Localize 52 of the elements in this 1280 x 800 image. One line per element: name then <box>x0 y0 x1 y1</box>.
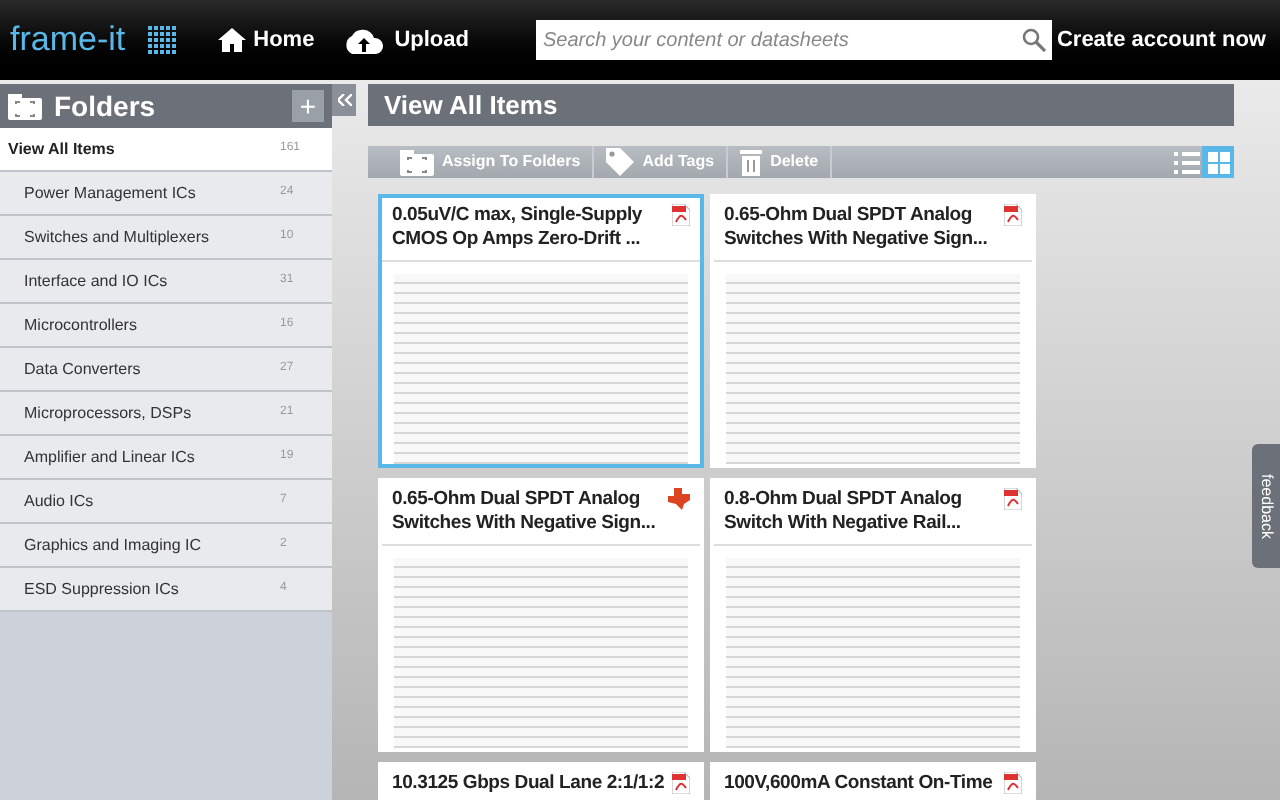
search-field[interactable]: Search your content or datasheets <box>536 20 1053 60</box>
folder-icon <box>400 149 434 175</box>
document-card[interactable]: 0.65-Ohm Dual SPDT Analog Switches With Negative Sign... <box>378 478 704 752</box>
folder-label: Microcontrollers <box>24 313 137 337</box>
folder-label: Audio ICs <box>24 489 94 513</box>
folders-title: Folders <box>54 87 156 125</box>
folder-label: Amplifier and Linear ICs <box>24 445 195 469</box>
folder-label: Interface and IO ICs <box>24 269 168 293</box>
nav-link[interactable]: Upload <box>342 23 469 57</box>
double-chevron-icon <box>337 94 351 106</box>
folder-label: ESD Suppression ICs <box>24 577 179 601</box>
logo-icon <box>668 488 690 510</box>
document-title: 10.3125 Gbps Dual Lane 2:1/1:2 <box>392 772 667 796</box>
document-card[interactable]: 0.05uV/C max, Single-Supply CMOS Op Amps Zero-Drift ... <box>378 194 704 468</box>
document-card[interactable]: 100V,600mA Constant On-Time <box>710 762 1036 800</box>
view-toggle[interactable] <box>1202 146 1234 178</box>
document-card[interactable]: 0.65-Ohm Dual SPDT Analog Switches With Negative Sign... <box>710 194 1036 468</box>
grid-view-icon <box>1207 151 1229 173</box>
create-account-link[interactable]: Create account now <box>1056 23 1266 57</box>
folder-label: View All Items <box>8 137 115 161</box>
list-view-icon <box>1173 151 1199 173</box>
folder-label: Graphics and Imaging IC <box>24 533 201 557</box>
home-icon <box>217 28 246 52</box>
nav-link[interactable]: Home <box>217 23 315 57</box>
collapse-button[interactable] <box>332 84 356 116</box>
folder-label: Data Converters <box>24 357 141 381</box>
document-title: 0.65-Ohm Dual SPDT Analog Switches With Negative Sign... <box>392 488 658 536</box>
search-input[interactable]: Search your content or datasheets <box>542 25 1023 55</box>
pdf-file-icon <box>672 204 690 226</box>
grid-logo-icon <box>145 24 178 56</box>
tag-icon <box>606 148 635 176</box>
page-title-bar: View All Items <box>368 84 1234 126</box>
document-card[interactable]: 10.3125 Gbps Dual Lane 2:1/1:2 <box>378 762 704 800</box>
pdf-file-icon <box>1004 488 1022 510</box>
document-title: 0.8-Ohm Dual SPDT Analog Switch With Negative Rail... <box>724 488 964 536</box>
document-title: 100V,600mA Constant On-Time <box>724 772 995 796</box>
pdf-file-icon <box>1004 204 1022 226</box>
document-title: 0.05uV/C max, Single-Supply CMOS Op Amps Zero-Drift ... <box>392 204 644 252</box>
feedback-tab[interactable]: feedback <box>1252 444 1280 568</box>
pdf-file-icon <box>672 772 690 794</box>
folder-icon <box>8 93 42 119</box>
folder-label: Power Management ICs <box>24 181 196 205</box>
document-card[interactable]: 0.8-Ohm Dual SPDT Analog Switch With Negative Rail... <box>710 478 1036 752</box>
cloud-upload-icon <box>342 27 387 53</box>
document-title: 0.65-Ohm Dual SPDT Analog Switches With Negative Sign... <box>724 204 990 252</box>
logo-text[interactable]: frame-it <box>10 14 126 66</box>
pdf-file-icon <box>1004 772 1022 794</box>
trash-icon <box>740 149 763 175</box>
folder-label: Switches and Multiplexers <box>24 225 209 249</box>
search-icon <box>1022 28 1047 52</box>
folder-label: Microprocessors, DSPs <box>24 401 192 425</box>
view-toggle[interactable] <box>1170 146 1202 178</box>
